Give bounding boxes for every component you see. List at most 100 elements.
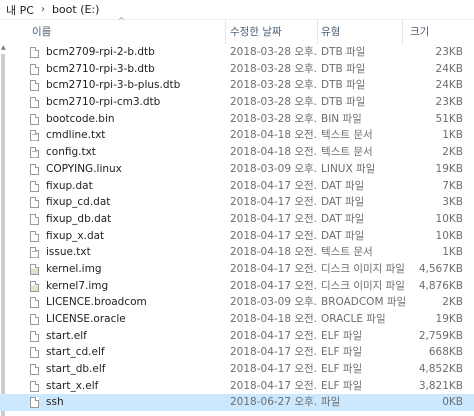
file-size: 24KB [435, 62, 463, 75]
file-type: 디스크 이미지 파일 [321, 279, 405, 292]
file-row[interactable]: fixup_cd.dat 2018-04-17 오전... DAT 파일 3KB [0, 194, 474, 211]
file-row[interactable]: issue.txt 2018-04-18 오전... 텍스트 문서 1KB [0, 244, 474, 261]
file-row[interactable]: ssh 2018-06-27 오후... 파일 0KB [0, 394, 474, 412]
image-file-icon [30, 280, 39, 292]
file-date: 2018-03-28 오후... [230, 79, 318, 92]
file-date: 2018-04-17 오전... [230, 363, 318, 376]
file-size: 2KB [442, 296, 463, 309]
file-row[interactable]: start_db.elf 2018-04-17 오전... ELF 파일 4,852K… [0, 361, 474, 378]
file-row[interactable]: bcm2710-rpi-3-b-plus.dtb 2018-03-28 오후...… [0, 77, 474, 94]
file-date: 2018-04-18 오전... [230, 246, 318, 259]
file-name: bcm2710-rpi-3-b.dtb [46, 62, 155, 75]
file-type: BROADCOM 파일 [321, 296, 407, 309]
file-icon-cell [30, 261, 42, 278]
file-row[interactable]: start_x.elf 2018-04-17 오전... ELF 파일 3,821KB [0, 378, 474, 395]
file-icon [30, 364, 39, 376]
file-date: 2018-04-17 오전... [230, 196, 318, 209]
file-size: 24KB [435, 79, 463, 92]
file-name: bcm2710-rpi-3-b-plus.dtb [46, 79, 181, 92]
file-row[interactable]: fixup_x.dat 2018-04-17 오전... DAT 파일 10KB [0, 228, 474, 245]
file-date: 2018-04-17 오전... [230, 262, 318, 275]
file-name: bcm2710-rpi-cm3.dtb [46, 96, 161, 109]
file-icon-cell [30, 194, 42, 211]
file-icon-cell [30, 244, 42, 261]
column-header-date[interactable]: 수정한 날짜 [230, 20, 318, 44]
file-row[interactable]: LICENCE.broadcom 2018-03-09 오후... BROADCOM… [0, 294, 474, 311]
file-icon [30, 113, 39, 125]
file-size: 4,876KB [418, 279, 463, 292]
file-name: start_db.elf [46, 363, 106, 376]
file-date: 2018-06-27 오후... [230, 396, 318, 409]
file-name: start_x.elf [46, 379, 99, 392]
file-icon [30, 347, 39, 359]
file-date: 2018-04-18 오전... [230, 146, 318, 159]
file-type: 텍스트 문서 [321, 146, 373, 159]
file-row[interactable]: LICENSE.oracle 2018-04-18 오전... ORACLE 파일 1… [0, 311, 474, 328]
file-name: bootcode.bin [46, 112, 115, 125]
file-name: kernel.img [46, 262, 102, 275]
file-row[interactable]: fixup_db.dat 2018-04-17 오전... DAT 파일 10KB [0, 211, 474, 228]
file-icon-cell [30, 361, 42, 378]
file-type: ORACLE 파일 [321, 313, 386, 325]
file-row[interactable]: bcm2710-rpi-cm3.dtb 2018-03-28 오후... DTB 파… [0, 94, 474, 111]
file-icon-cell [30, 144, 42, 161]
breadcrumb-boot-drive[interactable]: boot (E:) [52, 3, 100, 16]
file-icon-cell [30, 228, 42, 245]
file-date: 2018-03-09 오후... [230, 296, 318, 309]
file-icon [30, 230, 39, 242]
file-type: DAT 파일 [321, 229, 365, 242]
file-type: LINUX 파일 [321, 162, 376, 175]
file-name: fixup_db.dat [46, 212, 112, 225]
file-icon-cell [30, 61, 42, 78]
file-name: start_cd.elf [46, 346, 105, 359]
file-type: DTB 파일 [321, 79, 366, 92]
file-size: 7KB [442, 179, 463, 192]
column-header-name[interactable]: 이름 [32, 20, 226, 44]
file-icon-cell [30, 178, 42, 195]
file-icon [30, 97, 39, 109]
file-date: 2018-03-28 오후... [230, 96, 318, 109]
file-row[interactable]: bootcode.bin 2018-03-28 오후... BIN 파일 51KB [0, 111, 474, 128]
file-date: 2018-04-17 오전... [230, 179, 318, 192]
file-size: 0KB [442, 396, 463, 409]
file-date: 2018-04-17 오전... [230, 279, 318, 292]
file-row[interactable]: fixup.dat 2018-04-17 오전... DAT 파일 7KB [0, 178, 474, 195]
file-name: COPYING.linux [46, 162, 122, 175]
file-row[interactable]: bcm2710-rpi-3-b.dtb 2018-03-28 오후... DTB 파… [0, 61, 474, 78]
file-row[interactable]: kernel7.img 2018-04-17 오전... 디스크 이미지 파일 4,8… [0, 278, 474, 295]
column-header-size[interactable]: 크기 [410, 20, 470, 44]
file-name: LICENSE.oracle [46, 313, 126, 325]
file-date: 2018-03-28 오후... [230, 62, 318, 75]
file-row[interactable]: COPYING.linux 2018-03-09 오후... LINUX 파일 19K… [0, 161, 474, 178]
file-type: ELF 파일 [321, 379, 363, 392]
file-type: BIN 파일 [321, 112, 362, 125]
file-type: DTB 파일 [321, 96, 366, 109]
file-type: 텍스트 문서 [321, 246, 373, 259]
breadcrumb-this-pc[interactable]: 내 PC [6, 2, 34, 18]
file-icon [30, 330, 39, 342]
file-row[interactable]: bcm2709-rpi-2-b.dtb 2018-03-28 오후... DTB 파… [0, 44, 474, 61]
column-header-type[interactable]: 유형 [321, 20, 403, 44]
file-date: 2018-03-09 오후... [230, 162, 318, 175]
file-row[interactable]: kernel.img 2018-04-17 오전... 디스크 이미지 파일 4,56… [0, 261, 474, 278]
file-icon-cell [30, 127, 42, 144]
file-row[interactable]: config.txt 2018-04-18 오전... 텍스트 문서 2KB [0, 144, 474, 161]
file-row[interactable]: start_cd.elf 2018-04-17 오전... ELF 파일 668KB [0, 344, 474, 361]
file-name: LICENCE.broadcom [46, 296, 147, 309]
file-size: 4,852KB [418, 363, 463, 376]
file-row[interactable]: start.elf 2018-04-17 오전... ELF 파일 2,759KB [0, 328, 474, 345]
file-row[interactable]: cmdline.txt 2018-04-18 오전... 텍스트 문서 1KB [0, 127, 474, 144]
file-icon [30, 380, 39, 392]
file-name: bcm2709-rpi-2-b.dtb [46, 46, 155, 58]
file-type: DAT 파일 [321, 179, 365, 192]
file-icon-cell [30, 211, 42, 228]
file-size: 2KB [442, 146, 463, 159]
image-file-icon [30, 263, 39, 275]
file-icon [30, 180, 39, 192]
file-type: DAT 파일 [321, 196, 365, 209]
file-type: DAT 파일 [321, 212, 365, 225]
file-name: issue.txt [46, 246, 91, 259]
file-size: 10KB [435, 229, 463, 242]
column-header-row: ^ 이름 수정한 날짜 유형 크기 [0, 16, 474, 44]
file-icon [30, 80, 39, 92]
